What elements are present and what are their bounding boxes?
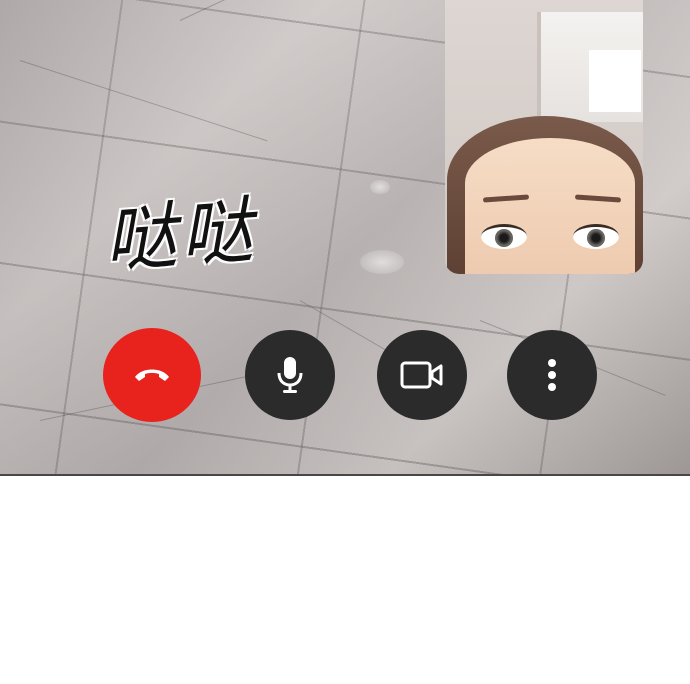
left-eyebrow: [482, 194, 530, 203]
face: [465, 138, 635, 274]
video-toggle-button[interactable]: [377, 330, 467, 420]
sound-effect-text: 哒哒: [101, 187, 260, 283]
left-eye: [481, 224, 527, 249]
light-reflection: [360, 250, 404, 274]
window-background: [537, 12, 643, 122]
more-vertical-icon: [547, 358, 557, 392]
self-view-preview[interactable]: [445, 0, 643, 274]
end-call-button[interactable]: [103, 328, 201, 422]
right-eye: [573, 224, 619, 249]
more-options-button[interactable]: [507, 330, 597, 420]
marble-vein: [19, 60, 268, 142]
microphone-icon: [276, 355, 304, 395]
light-reflection: [370, 180, 390, 194]
video-camera-icon: [400, 360, 444, 390]
marble-vein: [179, 0, 362, 21]
remote-video-feed: 哒哒: [0, 0, 690, 476]
phone-hangup-icon: [132, 365, 172, 385]
mute-button[interactable]: [245, 330, 335, 420]
right-eyebrow: [574, 194, 622, 203]
call-controls: [0, 328, 690, 424]
panel-border: [0, 474, 690, 476]
